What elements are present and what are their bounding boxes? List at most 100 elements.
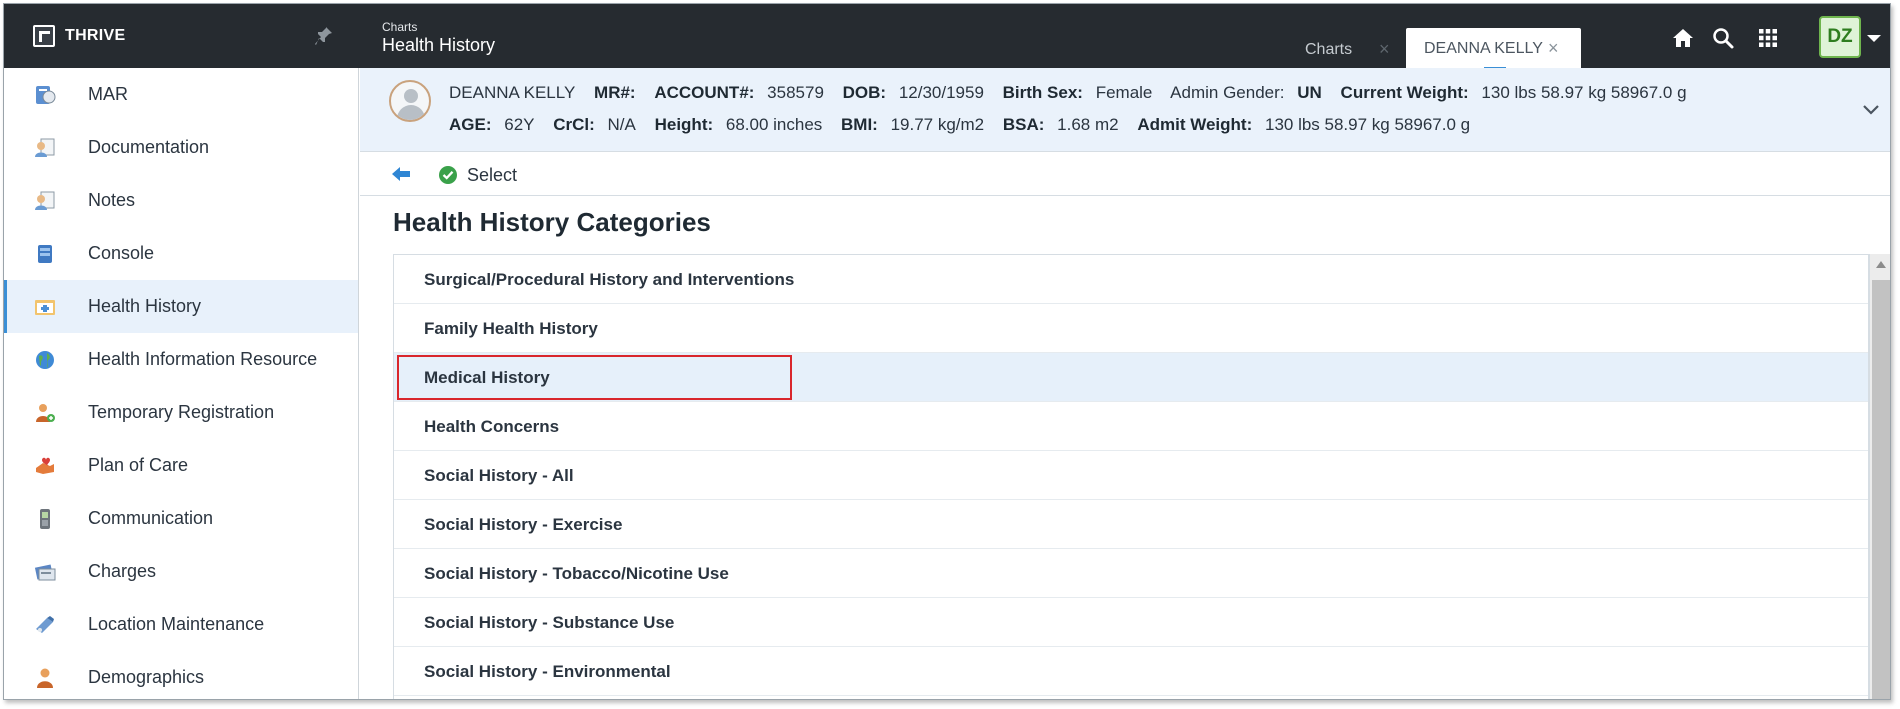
- sidebar-item-label: MAR: [88, 84, 128, 104]
- sidebar-item-label: Plan of Care: [88, 455, 189, 475]
- list-item[interactable]: Social History - All: [394, 451, 1868, 500]
- category-label: Social History - All: [424, 466, 574, 485]
- scroll-up-icon[interactable]: [1876, 261, 1886, 268]
- console-icon: [38, 245, 52, 263]
- top-bar: THRIVE Charts Health History Charts × DE…: [4, 4, 1890, 70]
- category-label: Social History - Exercise: [424, 515, 623, 534]
- category-label: Surgical/Procedural History and Interven…: [424, 270, 795, 289]
- admin-gender-value: UN: [1297, 83, 1322, 102]
- sidebar-item-location-maintenance[interactable]: Location Maintenance: [4, 598, 358, 651]
- age-label: AGE:: [449, 115, 492, 134]
- sidebar-item-label: Console: [88, 243, 155, 263]
- height-value: 68.00 inches: [725, 115, 823, 134]
- admin-gender-label: Admin Gender:: [1170, 83, 1285, 102]
- sidebar-item-label: Communication: [88, 508, 214, 528]
- toolbar: Select: [360, 153, 1890, 196]
- list-item[interactable]: Family Health History: [394, 304, 1868, 353]
- sidebar-item-demographics[interactable]: Demographics: [4, 651, 358, 699]
- bmi-label: BMI:: [841, 115, 878, 134]
- patient-name: DEANNA KELLY: [449, 83, 576, 102]
- page-title: Health History: [382, 35, 496, 55]
- tab-charts[interactable]: Charts ×: [1289, 30, 1405, 68]
- pin-icon[interactable]: [314, 25, 334, 47]
- birth-sex-label: Birth Sex:: [1002, 83, 1083, 102]
- category-label: Social History - Tobacco/Nicotine Use: [424, 564, 729, 583]
- scrollbar[interactable]: [1869, 254, 1890, 699]
- health-history-icon: [35, 300, 55, 315]
- chevron-down-icon[interactable]: [1862, 104, 1880, 116]
- patient-info-line-2: AGE: 62Y CrCl: N/A Height: 68.00 inches …: [449, 115, 1470, 135]
- back-arrow-icon[interactable]: [391, 165, 411, 183]
- admit-weight-label: Admit Weight:: [1137, 115, 1253, 134]
- sidebar-item-communication[interactable]: Communication: [4, 492, 358, 545]
- patient-info-line-1: DEANNA KELLY MR#: ACCOUNT#: 358579 DOB: …: [449, 83, 1687, 103]
- select-label: Select: [467, 165, 518, 185]
- list-item[interactable]: Social History - Environmental: [394, 647, 1868, 696]
- sidebar-item-plan-of-care[interactable]: Plan of Care: [4, 439, 358, 492]
- bsa-label: BSA:: [1002, 115, 1045, 134]
- sidebar-item-label: Health Information Resource: [88, 349, 318, 369]
- globe-icon: [36, 351, 54, 369]
- close-icon[interactable]: ×: [1379, 39, 1390, 60]
- mar-icon: [36, 86, 56, 104]
- breadcrumb[interactable]: Charts: [382, 20, 417, 34]
- tab-label: Charts: [1305, 41, 1353, 58]
- person-icon: [37, 668, 53, 688]
- registration-icon: [36, 404, 55, 422]
- category-list: Surgical/Procedural History and Interven…: [393, 254, 1869, 699]
- list-item[interactable]: Surgical/Procedural History and Interven…: [394, 255, 1868, 304]
- age-value: 62Y: [504, 115, 535, 134]
- apps-grid-icon[interactable]: [1756, 26, 1780, 50]
- sidebar-item-mar[interactable]: MAR: [4, 68, 358, 121]
- patient-banner: DEANNA KELLY MR#: ACCOUNT#: 358579 DOB: …: [360, 68, 1890, 152]
- category-label: Family Health History: [424, 319, 598, 338]
- location-icon: [36, 616, 54, 633]
- birth-sex-value: Female: [1095, 83, 1153, 102]
- list-item[interactable]: Social History - Tobacco/Nicotine Use: [394, 549, 1868, 598]
- account-value: 358579: [767, 83, 824, 102]
- sidebar: MAR Documentation Notes Console Health H…: [4, 68, 359, 699]
- list-item-selected[interactable]: Medical History: [394, 353, 1868, 402]
- mr-label: MR#:: [594, 83, 636, 102]
- category-label: Social History - Environmental: [424, 662, 671, 681]
- category-label: Social History - Substance Use: [424, 613, 675, 632]
- sidebar-item-label: Demographics: [88, 667, 205, 687]
- home-icon[interactable]: [1671, 26, 1695, 50]
- sidebar-item-label: Documentation: [88, 137, 210, 157]
- sidebar-item-temporary-registration[interactable]: Temporary Registration: [4, 386, 358, 439]
- scroll-thumb[interactable]: [1872, 280, 1890, 699]
- list-item[interactable]: Social History - Exercise: [394, 500, 1868, 549]
- tab-label: DEANNA KELLY: [1424, 40, 1543, 57]
- select-button[interactable]: Select: [438, 161, 528, 189]
- list-item[interactable]: Social History - Substance Use: [394, 598, 1868, 647]
- sidebar-item-health-information-resource[interactable]: Health Information Resource: [4, 333, 358, 386]
- sidebar-item-documentation[interactable]: Documentation: [4, 121, 358, 174]
- account-label: ACCOUNT#:: [654, 83, 755, 102]
- section-title: Health History Categories: [393, 207, 711, 237]
- sidebar-item-label: Notes: [88, 190, 136, 210]
- search-icon[interactable]: [1711, 26, 1735, 50]
- thrive-logo-icon: [33, 25, 55, 47]
- sidebar-item-charges[interactable]: Charges: [4, 545, 358, 598]
- close-icon[interactable]: ×: [1548, 38, 1559, 59]
- category-label: Health Concerns: [424, 417, 560, 436]
- notes-icon: [35, 191, 55, 210]
- documentation-icon: [35, 138, 55, 157]
- sidebar-item-label: Location Maintenance: [88, 614, 265, 634]
- user-avatar[interactable]: DZ: [1819, 16, 1861, 58]
- highlight-box: [397, 355, 792, 400]
- list-item[interactable]: Health Concerns: [394, 402, 1868, 451]
- plan-of-care-icon: [36, 457, 54, 474]
- sidebar-item-health-history[interactable]: Health History: [4, 280, 358, 333]
- sidebar-item-notes[interactable]: Notes: [4, 174, 358, 227]
- dob-value: 12/30/1959: [898, 83, 984, 102]
- height-label: Height:: [654, 115, 714, 134]
- crcl-label: CrCl:: [553, 115, 595, 134]
- sidebar-item-label: Temporary Registration: [88, 402, 275, 422]
- tab-patient[interactable]: DEANNA KELLY ×: [1406, 28, 1581, 68]
- phone-icon: [40, 509, 50, 529]
- app-window: THRIVE Charts Health History Charts × DE…: [3, 3, 1891, 700]
- sidebar-item-console[interactable]: Console: [4, 227, 358, 280]
- crcl-value: N/A: [607, 115, 636, 134]
- chevron-down-icon[interactable]: [1867, 35, 1881, 42]
